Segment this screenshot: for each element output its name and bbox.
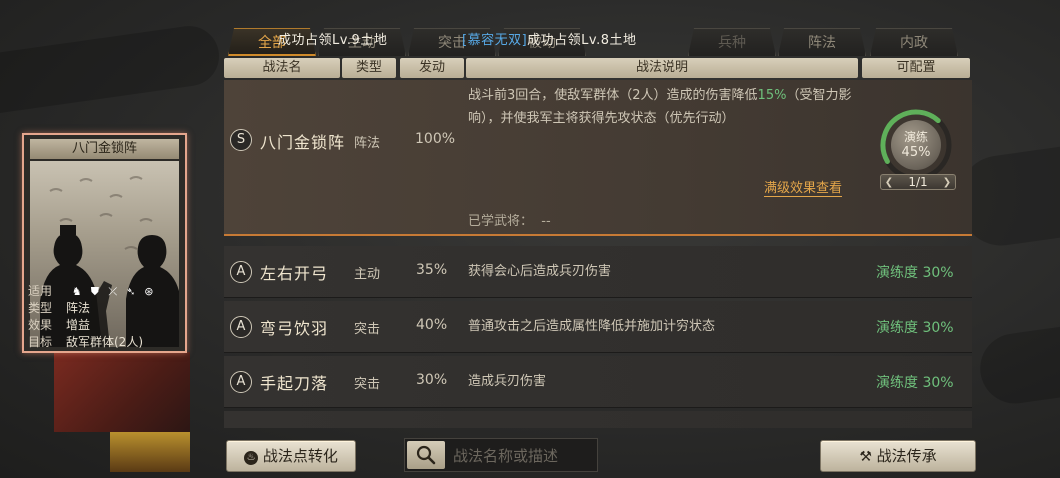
practice-level: 演练度 30% bbox=[876, 265, 954, 281]
practice-level: 演练度 30% bbox=[876, 375, 954, 391]
cavalry-icon: ♞ bbox=[71, 285, 82, 298]
header-skill-type: 类型 bbox=[342, 58, 396, 78]
inherit-button-label: 战法传承 bbox=[876, 447, 937, 465]
shield-icon: ⛊ bbox=[90, 285, 99, 298]
skill-type: 突击 bbox=[354, 377, 381, 392]
card-row-type: 类型 阵法 bbox=[28, 300, 178, 317]
skill-description: 战斗前3回合，使敌军群体（2人）造成的伤害降低15%（受智力影响），并使我军主将… bbox=[468, 84, 860, 130]
broadcast-text: 成功占领Lv.8土地 bbox=[527, 33, 637, 48]
skill-row-partial[interactable] bbox=[224, 411, 972, 428]
header-skill-desc: 战法说明 bbox=[466, 58, 858, 78]
tab-domestic[interactable]: 内政 bbox=[870, 28, 958, 56]
skill-type: 突击 bbox=[354, 322, 381, 337]
skill-description: 普通攻击之后造成属性降低并施加计穷状态 bbox=[468, 319, 716, 334]
practice-label: 演练 bbox=[903, 130, 928, 144]
chevron-left-icon[interactable]: ❮ bbox=[883, 176, 895, 188]
convert-button-label: 战法点转化 bbox=[262, 447, 338, 465]
skill-trigger-rate: 40% bbox=[416, 317, 448, 333]
skill-row[interactable]: A 手起刀落 突击 30% 造成兵刃伤害 演练度 30% bbox=[224, 356, 972, 408]
practice-button[interactable]: 演练 45% bbox=[891, 120, 941, 170]
skill-trigger-rate: 100% bbox=[415, 131, 456, 147]
card-backdrop bbox=[110, 432, 190, 472]
max-level-effect-link[interactable]: 满级效果查看 bbox=[764, 177, 843, 197]
broadcast-text: 成功占领Lv.9土地 bbox=[278, 33, 388, 48]
grade-badge: A bbox=[230, 316, 252, 338]
card-key: 类型 bbox=[28, 301, 53, 315]
skill-row-expanded[interactable]: S 八门金锁阵 阵法 100% 战斗前3回合，使敌军群体（2人）造成的伤害降低1… bbox=[224, 80, 972, 236]
flame-icon: ♨ bbox=[244, 451, 259, 465]
card-row-effect: 效果 增益 bbox=[28, 317, 178, 334]
skill-row[interactable]: A 弯弓饮羽 突击 40% 普通攻击之后造成属性降低并施加计穷状态 演练度 30… bbox=[224, 301, 972, 353]
bow-icon: ➴ bbox=[126, 285, 136, 298]
player-name: [慕容无双] bbox=[462, 33, 528, 48]
header-skill-name: 战法名 bbox=[224, 58, 340, 78]
skill-description: 获得会心后造成兵刃伤害 bbox=[468, 264, 612, 279]
background-brush-stroke bbox=[975, 321, 1060, 409]
background-brush-stroke bbox=[0, 22, 223, 118]
skill-trigger-rate: 35% bbox=[416, 262, 448, 278]
header-configurable: 可配置 bbox=[862, 58, 970, 78]
card-title: 八门金锁阵 bbox=[30, 139, 179, 159]
skill-name: 左右开弓 bbox=[260, 264, 329, 283]
practice-count-text: 1/1 bbox=[908, 175, 928, 189]
card-row-applicable: 适用 ♞ ⛊ ⤫ ➴ ⊛ bbox=[28, 283, 178, 300]
skill-name: 手起刀落 bbox=[260, 374, 329, 393]
practice-progress-ring[interactable]: 演练 45% bbox=[877, 106, 955, 184]
practice-level: 演练度 30% bbox=[876, 320, 954, 336]
tab-formation[interactable]: 阵法 bbox=[778, 28, 866, 56]
formation-detail-card: 八门金锁阵 适用 ♞ ⛊ ⤫ ➴ ⊛ 类型 阵法 效果 增益 目标 敌军群体(2人) bbox=[22, 133, 187, 353]
tab-troop[interactable]: 兵种 bbox=[688, 28, 776, 56]
card-value: 阵法 bbox=[66, 301, 91, 315]
hammer-icon: ⚒ bbox=[859, 449, 872, 465]
search-icon bbox=[416, 445, 436, 465]
world-broadcast-message: [慕容无双]成功占领Lv.8土地 bbox=[462, 30, 637, 52]
card-value: 敌军群体(2人) bbox=[66, 335, 143, 349]
grade-badge: A bbox=[230, 261, 252, 283]
card-value: 增益 bbox=[66, 318, 91, 332]
skill-type: 阵法 bbox=[354, 136, 381, 151]
spear-icon: ⤫ bbox=[108, 285, 118, 298]
learned-value: -- bbox=[541, 214, 551, 229]
skill-name: 八门金锁阵 bbox=[260, 133, 346, 152]
skill-name: 弯弓饮羽 bbox=[260, 319, 329, 338]
world-broadcast-message: 成功占领Lv.9土地 bbox=[278, 30, 387, 52]
card-key: 目标 bbox=[28, 335, 53, 349]
skill-description: 造成兵刃伤害 bbox=[468, 374, 547, 389]
card-row-target: 目标 敌军群体(2人) bbox=[28, 334, 178, 351]
desc-text: 战斗前3回合，使敌军群体（2人）造成的伤害降低 bbox=[468, 88, 758, 103]
practice-count: ❮ 1/1 ❯ bbox=[880, 174, 956, 190]
learned-label: 已学武将： bbox=[468, 214, 534, 229]
skill-list[interactable]: S 八门金锁阵 阵法 100% 战斗前3回合，使敌军群体（2人）造成的伤害降低1… bbox=[224, 80, 972, 428]
card-backdrop bbox=[54, 352, 190, 432]
grade-badge: S bbox=[230, 129, 252, 151]
desc-percent: 15% bbox=[757, 88, 787, 103]
practice-percent: 45% bbox=[901, 145, 931, 160]
search-box bbox=[404, 438, 598, 472]
skill-type: 主动 bbox=[354, 267, 381, 282]
convert-skill-points-button[interactable]: ♨ 战法点转化 bbox=[226, 440, 356, 472]
skill-trigger-rate: 30% bbox=[416, 372, 448, 388]
siege-icon: ⊛ bbox=[144, 285, 154, 298]
learned-generals: 已学武将： -- bbox=[468, 210, 551, 229]
header-trigger-rate: 发动 bbox=[400, 58, 464, 78]
grade-badge: A bbox=[230, 371, 252, 393]
search-input[interactable] bbox=[453, 443, 593, 469]
chevron-right-icon[interactable]: ❯ bbox=[941, 176, 953, 188]
card-key: 适用 bbox=[28, 284, 53, 298]
card-key: 效果 bbox=[28, 318, 53, 332]
skill-row[interactable]: A 左右开弓 主动 35% 获得会心后造成兵刃伤害 演练度 30% bbox=[224, 246, 972, 298]
skill-inherit-button[interactable]: ⚒ 战法传承 bbox=[820, 440, 976, 472]
search-button[interactable] bbox=[407, 441, 445, 469]
card-info: 适用 ♞ ⛊ ⤫ ➴ ⊛ 类型 阵法 效果 增益 目标 敌军群体(2人) bbox=[28, 283, 178, 351]
